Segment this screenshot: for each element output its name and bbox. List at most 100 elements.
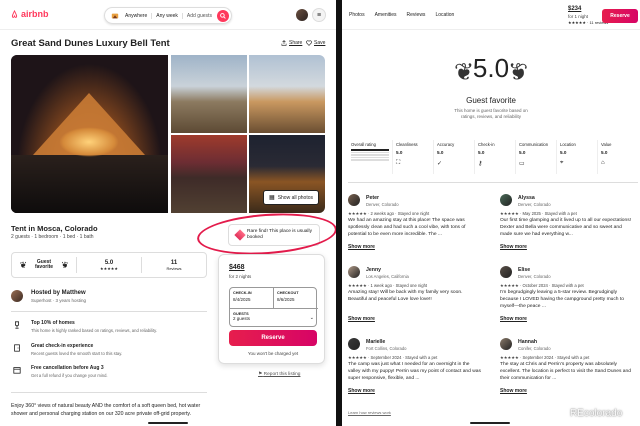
reviewer-name: Alyssa xyxy=(518,195,535,201)
review-text: I'm begrudgingly leaving a 5-star review… xyxy=(500,290,624,309)
overall-bar-1 xyxy=(351,159,389,161)
review-card: Peter Denver, Colorado ★★★★★ · 2 weeks ago… xyxy=(348,194,483,266)
photo-pergola[interactable] xyxy=(171,55,247,133)
reviewer-name: Peter xyxy=(366,195,379,201)
guest-favorite-box: ❦ Guest favorite ❦ 5.0 ★★★★★ 11 Reviews xyxy=(11,252,207,278)
check-circle-icon: ✓ xyxy=(437,161,443,167)
review-card: Elise Denver, Colorado ★★★★★ · October 202… xyxy=(500,266,635,338)
review-text: The stay at Chris and Perrin's property … xyxy=(500,362,631,381)
checkout-field[interactable]: CHECKOUT 8/6/2025 xyxy=(274,288,318,308)
show-more-link[interactable]: Show more xyxy=(348,316,375,322)
screenshot-root: airbnb Anywhere Any week Add guests ≡ Gr… xyxy=(0,0,640,426)
category-overall: Overall rating xyxy=(348,140,393,174)
photo-gallery[interactable]: ▦ Show all photos xyxy=(11,55,325,213)
search-guests[interactable]: Add guests xyxy=(183,13,216,19)
category-value: Value 5.0 ⌂ xyxy=(598,140,638,174)
photo-night-deck[interactable]: ▦ Show all photos xyxy=(249,135,325,213)
overall-score: 5.0 xyxy=(472,53,510,83)
guest-favorite-heading: Guest favorite xyxy=(466,96,516,105)
show-more-link[interactable]: Show more xyxy=(500,316,527,322)
reviewer-avatar[interactable] xyxy=(348,338,360,350)
date-guest-picker[interactable]: CHECK-IN 8/4/2025 CHECKOUT 8/6/2025 GUES… xyxy=(229,287,318,328)
show-all-photos-button[interactable]: ▦ Show all photos xyxy=(263,190,319,205)
overall-bar-4 xyxy=(351,151,389,153)
category-value: 5.0 xyxy=(601,150,608,155)
reviewer-avatar[interactable] xyxy=(500,338,512,350)
category-value: 5.0 xyxy=(437,150,444,155)
feature-subtitle: Get a full refund if you change your min… xyxy=(31,373,108,378)
search-anyweek[interactable]: Any week xyxy=(152,12,183,19)
category-location: Location 5.0 ⌖ xyxy=(557,140,598,174)
listing-location-title: Tent in Mosca, Colorado xyxy=(11,224,98,233)
airbnb-logo-icon xyxy=(11,9,18,18)
host-row[interactable]: Hosted by Matthew Superhost · 3 years ho… xyxy=(11,288,201,308)
reviewer-name: Marielle xyxy=(366,339,386,345)
search-button[interactable] xyxy=(217,10,229,22)
reviewer-avatar[interactable] xyxy=(500,266,512,278)
show-more-link[interactable]: Show more xyxy=(348,244,375,250)
header-reserve-button[interactable]: Reserve xyxy=(602,9,638,23)
photo-main-tent[interactable] xyxy=(11,55,168,213)
category-name: Check-in xyxy=(478,142,495,147)
share-button[interactable]: Share xyxy=(281,40,302,46)
show-more-link[interactable]: Show more xyxy=(500,244,527,250)
nav-location[interactable]: Location xyxy=(435,12,454,18)
save-label: Save xyxy=(314,40,326,46)
photo-tent-day[interactable] xyxy=(249,55,325,133)
show-more-link[interactable]: Show more xyxy=(500,388,527,394)
report-listing-label: Report this listing xyxy=(263,372,301,377)
category-value: 5.0 xyxy=(560,150,567,155)
sticky-header: Photos Amenities Reviews Location $234 f… xyxy=(342,0,640,30)
laurel-right-icon: ❦ xyxy=(508,59,529,86)
search-bar[interactable]: Anywhere Any week Add guests xyxy=(104,7,232,24)
overall-rating-bars xyxy=(351,149,389,161)
review-text: Our first time glamping and it lived up … xyxy=(500,218,632,237)
reviews-link[interactable]: 11 Reviews xyxy=(142,260,206,271)
reviewer-avatar[interactable] xyxy=(348,266,360,278)
menu-button[interactable]: ≡ xyxy=(312,8,326,22)
divider xyxy=(11,311,207,312)
search-anywhere[interactable]: Anywhere xyxy=(121,12,153,19)
nav-reviews[interactable]: Reviews xyxy=(407,12,426,18)
share-label: Share xyxy=(289,40,303,46)
reviewer-name: Jenny xyxy=(366,267,381,273)
learn-reviews-link[interactable]: Learn how reviews work xyxy=(348,410,391,415)
user-avatar[interactable] xyxy=(296,9,308,21)
listing-subtitle: 2 guests · 1 bedroom · 1 bed · 1 bath xyxy=(11,234,94,240)
report-listing-link[interactable]: ⚑ Report this listing xyxy=(258,372,300,377)
reviewer-name: Elise xyxy=(518,267,531,273)
reserve-button[interactable]: Reserve xyxy=(229,330,317,346)
guest-favorite-subtext: This home is guest favorite based on rat… xyxy=(454,108,528,120)
feature-subtitle: Recent guests loved the smooth start to … xyxy=(31,351,123,356)
nav-amenities[interactable]: Amenities xyxy=(375,12,397,18)
reviewer-location: Conifer, Colorado xyxy=(518,346,551,351)
checkout-label: CHECKOUT xyxy=(277,291,299,295)
nav-photos[interactable]: Photos xyxy=(349,12,365,18)
category-accuracy: Accuracy 5.0 ✓ xyxy=(434,140,475,174)
overall-bar-3 xyxy=(351,154,389,156)
save-button[interactable]: Save xyxy=(306,40,325,46)
feature-subtitle: This home is highly ranked based on rati… xyxy=(31,328,158,333)
review-text: Amazing stay! Will be back with my famil… xyxy=(348,290,463,302)
trophy-icon xyxy=(15,321,19,329)
calendar-icon xyxy=(13,367,21,374)
photo-mountains-sunset[interactable] xyxy=(171,135,247,213)
review-card: Hannah Conifer, Colorado ★★★★★ · September… xyxy=(500,338,635,410)
host-avatar[interactable] xyxy=(11,290,23,302)
reviewer-location: Fort Collins, Colorado xyxy=(366,346,407,351)
reviewer-location: Denver, Colorado xyxy=(518,274,551,279)
show-more-link[interactable]: Show more xyxy=(348,388,375,394)
feature-title: Top 10% of homes xyxy=(31,320,75,326)
reviewer-avatar[interactable] xyxy=(500,194,512,206)
reviewer-avatar[interactable] xyxy=(348,194,360,206)
show-all-photos-label: Show all photos xyxy=(277,194,313,201)
checkin-field[interactable]: CHECK-IN 8/4/2025 xyxy=(230,288,274,308)
review-card: Alyssa Denver, Colorado ★★★★★ · May 2025 ·… xyxy=(500,194,635,266)
reviewer-location: Denver, Colorado xyxy=(366,202,399,207)
guests-field[interactable]: GUESTS 2 guests ⌄ xyxy=(230,308,318,328)
feature-cancellation: Free cancellation before Aug 3 Get a ful… xyxy=(11,365,207,383)
category-checkin: Check-in 5.0 ⚷ xyxy=(475,140,516,174)
home-indicator xyxy=(148,422,188,424)
airbnb-logo[interactable]: airbnb xyxy=(10,9,49,19)
flag-icon: ⚑ xyxy=(258,372,263,377)
